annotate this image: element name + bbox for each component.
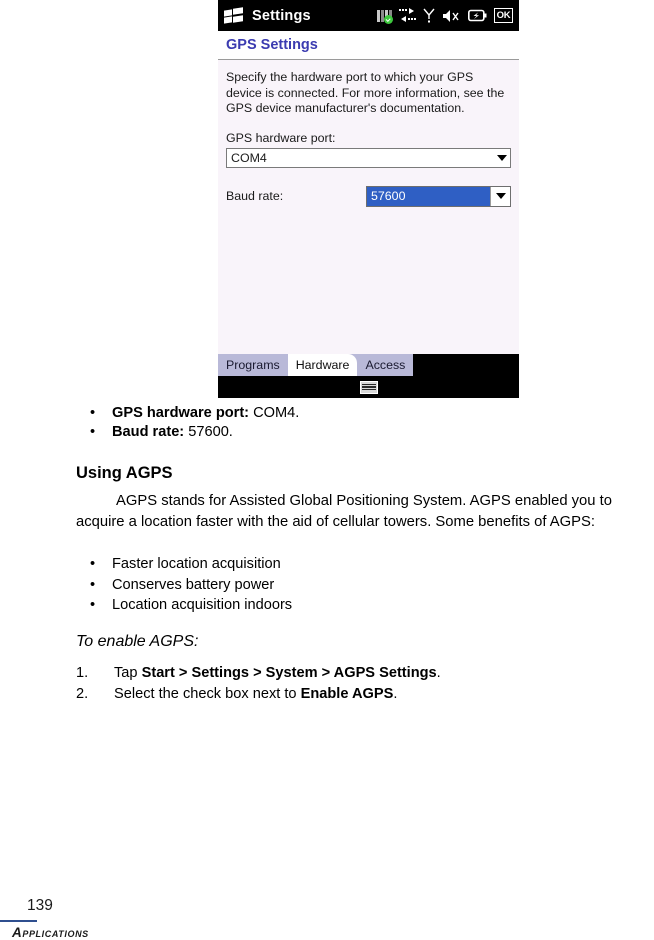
list-item: 2. Select the check box next to Enable A… [76, 684, 616, 705]
procedure-title: To enable AGPS: [76, 633, 199, 650]
step-text-post: . [393, 685, 398, 702]
battery-icon[interactable] [468, 9, 487, 22]
page-number: 139 [27, 897, 53, 914]
ok-button[interactable]: OK [494, 8, 513, 23]
list-item-label: Baud rate: [112, 424, 185, 440]
gps-hardware-port-label: GPS hardware port: [226, 130, 336, 145]
list-item-value: 57600. [184, 424, 233, 440]
volume-mute-icon[interactable] [442, 9, 461, 23]
benefits-list: • Faster location acquisition • Conserve… [90, 554, 590, 616]
bullet-glyph-icon: • [90, 405, 96, 421]
settings-summary-list: • GPS hardware port: COM4. • Baud rate: … [90, 404, 630, 442]
device-tab-bar: Programs Hardware Access [218, 354, 519, 376]
keyboard-icon[interactable] [359, 380, 378, 394]
tab-hardware[interactable]: Hardware [287, 354, 358, 376]
gps-description-text: Specify the hardware port to which your … [226, 70, 505, 115]
tab-programs[interactable]: Programs [218, 354, 288, 376]
tab-access[interactable]: Access [357, 354, 414, 376]
list-item-text: Location acquisition indoors [112, 597, 293, 613]
connectivity-arrows-icon[interactable] [399, 8, 416, 23]
list-item-text: Faster location acquisition [112, 556, 281, 572]
list-item: • Faster location acquisition [90, 554, 590, 575]
list-item: • Conserves battery power [90, 575, 590, 596]
section-heading: Using AGPS [76, 464, 173, 482]
device-screenshot-figure: Settings OK GPS Settings Specify the har… [218, 0, 519, 398]
section-paragraph: AGPS stands for Assisted Global Position… [76, 493, 612, 530]
bullet-glyph-icon: • [90, 556, 96, 572]
device-settings-panel: Specify the hardware port to which your … [218, 60, 519, 354]
step-text: Tap Start > Settings > System > AGPS Set… [114, 663, 441, 684]
baud-rate-label: Baud rate: [226, 189, 284, 203]
baud-rate-dropdown[interactable]: 57600 [366, 185, 511, 207]
device-page-title: GPS Settings [226, 37, 318, 53]
step-text-pre: Select the check box next to [114, 685, 301, 702]
procedure-steps: 1. Tap Start > Settings > System > AGPS … [76, 663, 616, 704]
step-text-pre: Tap [114, 665, 142, 681]
gps-hardware-port-dropdown[interactable]: COM4 [226, 147, 511, 168]
device-title-bar: Settings OK [218, 0, 519, 31]
baud-rate-value: 57600 [367, 186, 490, 206]
list-item-text: GPS hardware port: COM4. [112, 404, 299, 423]
list-item: • GPS hardware port: COM4. [90, 404, 630, 423]
list-item: • Baud rate: 57600. [90, 423, 630, 442]
device-title: Settings [252, 7, 311, 24]
step-number: 1. [76, 665, 89, 681]
device-page-header: GPS Settings [218, 31, 519, 60]
step-text-bold: Enable AGPS [300, 685, 394, 702]
chevron-down-icon[interactable] [490, 186, 510, 206]
bullet-glyph-icon: • [90, 597, 96, 613]
titlebar-icon-group: OK [377, 8, 515, 24]
device-sip-bar [218, 376, 519, 398]
chevron-down-icon[interactable] [493, 149, 510, 167]
step-text-bold: Start > Settings > System > AGPS Setting… [141, 665, 437, 681]
list-item-text: Conserves battery power [112, 576, 275, 593]
footer-divider [0, 920, 37, 922]
antenna-icon[interactable] [423, 8, 435, 23]
list-item-text: Baud rate: 57600. [112, 423, 233, 442]
baud-rate-row: Baud rate: 57600 [226, 185, 511, 207]
tab-bar-filler [413, 354, 519, 376]
gps-hardware-port-value: COM4 [231, 150, 267, 165]
step-number: 2. [76, 685, 89, 702]
list-item: 1. Tap Start > Settings > System > AGPS … [76, 663, 616, 684]
list-item-label: GPS hardware port: [112, 405, 250, 421]
signal-bars-icon[interactable] [377, 8, 393, 24]
windows-flag-icon[interactable] [224, 7, 243, 24]
list-item-value: COM4. [249, 405, 300, 421]
step-text: Select the check box next to Enable AGPS… [114, 684, 397, 705]
bullet-glyph-icon: • [90, 576, 96, 593]
step-text-post: . [436, 665, 441, 681]
list-item: • Location acquisition indoors [90, 595, 590, 616]
bullet-glyph-icon: • [90, 424, 96, 440]
